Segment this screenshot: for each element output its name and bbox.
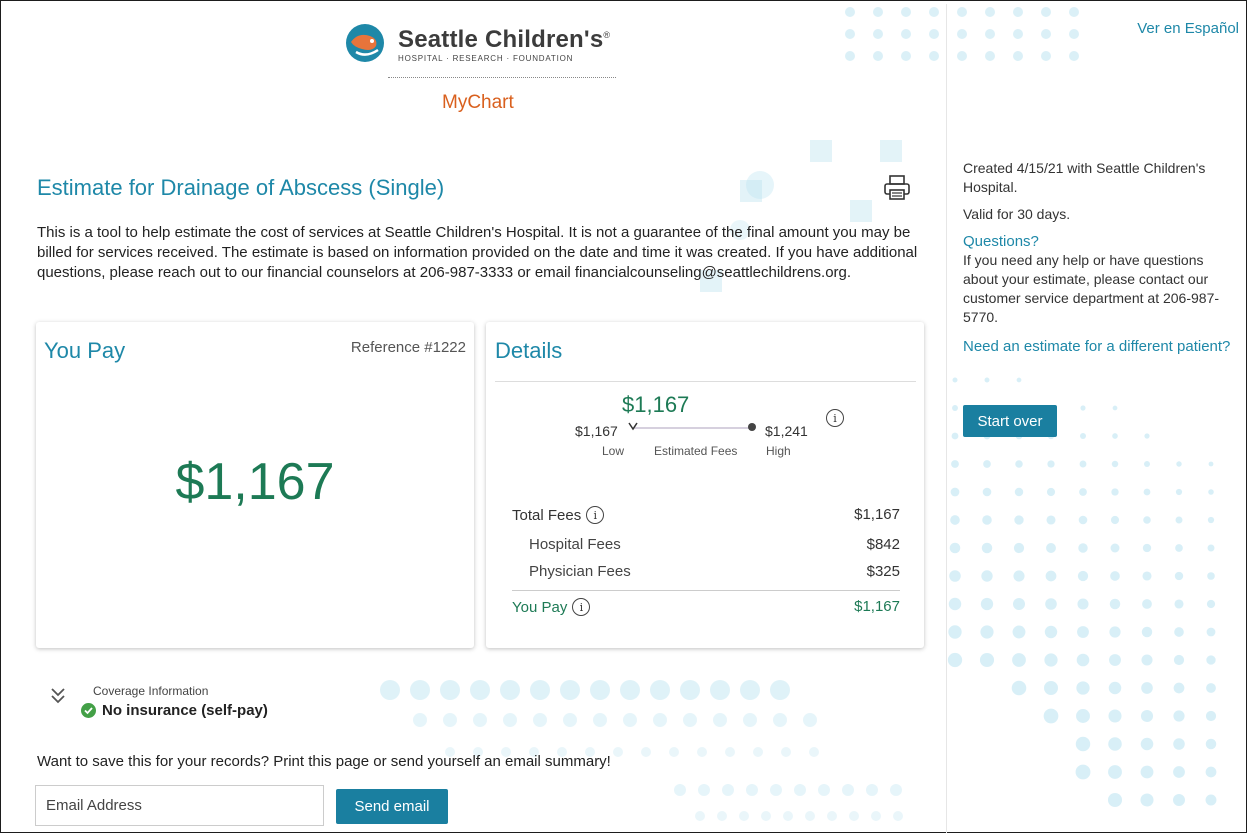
logo-name: Seattle Children's <box>398 26 604 53</box>
page-title: Estimate for Drainage of Abscess (Single… <box>37 175 445 200</box>
coverage-value-row: No insurance (self-pay) <box>81 702 268 719</box>
logo-divider <box>388 77 616 78</box>
questions-heading: Questions? <box>963 233 1039 250</box>
save-prompt: Want to save this for your records? Prin… <box>37 753 611 770</box>
app-name: MyChart <box>442 92 514 113</box>
total-fees-label: Total Fees <box>512 506 582 524</box>
range-high-label: High <box>766 444 791 458</box>
you-pay-label: You Pay <box>512 598 568 616</box>
valid-text: Valid for 30 days. <box>963 206 1071 222</box>
range-low-value: $1,167 <box>575 423 618 439</box>
range-low-label: Low <box>602 444 625 458</box>
total-fees-value: $1,167 <box>854 506 900 523</box>
fee-row-hospital: Hospital Fees $842 <box>512 536 900 553</box>
details-divider <box>495 381 916 382</box>
reference-number: Reference #1222 <box>350 339 466 356</box>
range-high-value: $1,241 <box>765 423 808 439</box>
questions-text: If you need any help or have questions a… <box>963 252 1220 325</box>
seattle-childrens-logo-icon <box>346 24 384 62</box>
fee-divider <box>512 590 900 591</box>
range-high-dot <box>748 423 756 431</box>
check-circle-icon <box>81 703 96 718</box>
range-estimate: $1,167 <box>622 392 690 417</box>
sidebar-info: Created 4/15/21 with Seattle Children's … <box>963 159 1233 356</box>
physician-fees-value: $325 <box>866 563 900 580</box>
coverage-label: Coverage Information <box>93 684 209 698</box>
chevron-down-icon[interactable] <box>50 687 66 705</box>
language-link[interactable]: Ver en Español <box>1137 20 1239 37</box>
details-title: Details <box>495 338 563 363</box>
range-track <box>634 427 752 429</box>
you-pay-card: You Pay Reference #1222 $1,167 <box>36 322 474 648</box>
you-pay-value: $1,167 <box>854 598 900 615</box>
intro-text: This is a tool to help estimate the cost… <box>37 224 918 281</box>
info-icon[interactable]: i <box>572 598 591 616</box>
range-mid-label: Estimated Fees <box>654 444 738 458</box>
you-pay-amount: $1,167 <box>175 453 335 511</box>
logo-reg: ® <box>603 30 611 40</box>
hospital-fees-label: Hospital Fees <box>529 536 621 553</box>
brand-logo[interactable]: Seattle Children's® HOSPITAL · RESEARCH … <box>344 22 610 64</box>
info-icon[interactable]: i <box>826 409 844 427</box>
you-pay-title: You Pay <box>44 338 126 363</box>
email-field[interactable] <box>35 785 324 826</box>
details-card: Details $1,167 $1,167 $1,241 Low Estimat… <box>486 322 924 648</box>
range-low-marker-icon <box>628 422 638 431</box>
created-text: Created 4/15/21 with Seattle Children's … <box>963 160 1206 195</box>
info-icon[interactable]: i <box>586 506 605 524</box>
physician-fees-label: Physician Fees <box>529 563 631 580</box>
start-over-button[interactable]: Start over <box>963 405 1057 437</box>
fee-row-physician: Physician Fees $325 <box>512 563 900 580</box>
coverage-value: No insurance (self-pay) <box>102 702 268 719</box>
hospital-fees-value: $842 <box>866 536 900 553</box>
fee-row-you-pay: You Pay i $1,167 <box>512 598 900 616</box>
need-estimate-link[interactable]: Need an estimate for a different patient… <box>963 337 1233 356</box>
fee-row-total: Total Fees i $1,167 <box>512 506 900 524</box>
print-icon[interactable] <box>882 173 912 203</box>
logo-tagline: HOSPITAL · RESEARCH · FOUNDATION <box>398 54 574 63</box>
send-email-button[interactable]: Send email <box>336 789 448 824</box>
